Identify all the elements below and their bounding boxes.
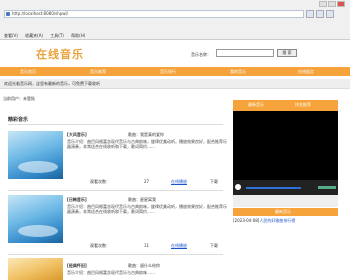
latest-item-date: [2023-04-08] [233,218,260,223]
song-title-label: 歌曲： [128,263,140,268]
song-description: 音乐介绍：曲目风格富含现代音乐与古典韵味，旋律优美动听，播放效果良好，配合推荐乐… [67,204,227,214]
stop-icon[interactable] [316,10,324,18]
user-name: 未登陆 [23,96,35,101]
song-divider [8,254,223,255]
song-title: 歌曲：留什么给你 [128,263,160,269]
search-input[interactable] [216,49,274,57]
song-title-label: 歌曲： [128,132,140,137]
song-description: 音乐介绍：曲目风格富含现代音乐与古典韵味…… [67,270,155,275]
search-label: 音乐名称： [191,52,211,57]
play-icon[interactable] [235,184,241,190]
song-title-label: 歌曲： [128,197,140,202]
tab-ranking[interactable]: 排名推荐 [295,102,311,108]
close-icon[interactable] [337,1,345,7]
menu-tools[interactable]: 工具(T) [50,33,64,38]
progress-bar[interactable] [246,187,301,189]
song-category: [大风音乐] [67,132,87,137]
player-footer [233,195,338,207]
menu-help[interactable]: 帮助(H) [71,33,85,38]
tab-latest-music[interactable]: 最新音乐 [248,102,264,108]
song-title-value: 我是真的爱你 [140,132,164,137]
download-link[interactable]: 下载 [210,243,218,249]
nav-ranking[interactable]: 音乐排行 [160,68,176,75]
song-category: [日韩音乐] [67,197,87,202]
nav-recommend[interactable]: 音乐推荐 [90,68,106,75]
window-controls [318,1,348,8]
play-count-label: 观看次数： [90,179,110,184]
song-title: 歌曲：我是真的爱你 [128,132,164,138]
song-category: [经典怀旧] [67,263,87,268]
nav-guestbook[interactable]: 在线留言 [298,68,314,75]
song-divider [8,190,223,191]
song-thumbnail[interactable] [8,195,63,243]
minimize-icon[interactable] [319,1,327,7]
play-count-label: 观看次数： [90,243,110,248]
play-online-link[interactable]: 在线播放 [171,243,187,249]
song-thumbnail[interactable] [8,131,63,179]
browser-menubar: 查看(V) 收藏夹(A) 工具(T) 帮助(H) [4,33,204,38]
notice-bar: 欢迎光临音乐网，这里有最新的音乐，可免费下载收听 [0,79,350,89]
refresh-icon[interactable] [306,10,314,18]
song-title-value: 星星离我 [140,197,156,202]
user-label: 当前用户： [3,96,23,101]
play-online-link[interactable]: 在线播放 [171,179,187,185]
play-count: 11 [144,243,150,248]
latest-item-title[interactable]: 人民的好歌曲排行榜 [259,218,295,223]
user-status: 当前用户：未登陆 [3,96,35,102]
site-logo[interactable]: 在线音乐 [36,46,106,62]
nav-my-music[interactable]: 我的音乐 [230,68,246,75]
page-icon [6,12,10,16]
song-title: 歌曲：星星离我 [128,197,156,203]
song-description: 音乐介绍：曲目风格富含现代音乐与古典韵味，旋律优美动听，播放效果良好，配合推荐乐… [67,139,227,149]
latest-music-title: 最新音乐 [275,209,291,214]
section-title: 精彩音乐 [8,117,29,123]
play-count: 27 [144,179,150,184]
address-actions [306,10,346,18]
menu-favorites[interactable]: 收藏夹(A) [25,33,43,38]
address-bar[interactable]: http://localhost:8080/shpwl/ [4,10,304,18]
search-button[interactable]: 搜 索 [277,49,297,57]
latest-music-item[interactable]: [2023-04-08]人民的好歌曲排行榜 [233,218,295,224]
maximize-icon[interactable] [328,1,336,7]
menu-view[interactable]: 查看(V) [4,33,18,38]
download-link[interactable]: 下载 [210,179,218,185]
go-icon[interactable] [326,10,334,18]
song-thumbnail[interactable] [8,258,63,280]
nav-home[interactable]: 音乐首页 [20,68,36,75]
song-title-value: 留什么给你 [140,263,160,268]
section-divider [8,124,223,125]
volume-slider[interactable] [318,186,336,189]
